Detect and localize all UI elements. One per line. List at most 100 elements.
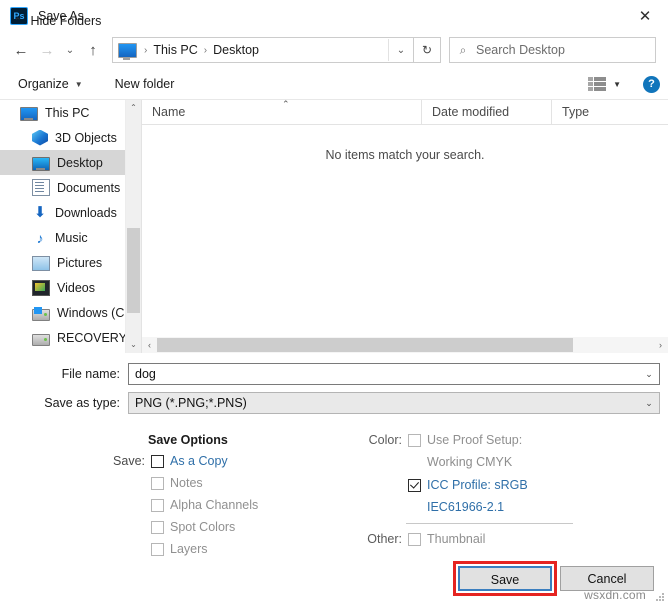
chevron-down-icon[interactable]: ⌄ — [639, 398, 659, 409]
sidebar-item-3d-objects[interactable]: 3D Objects — [0, 125, 141, 150]
sidebar-item-desktop[interactable]: Desktop — [0, 150, 141, 175]
hscroll-left-icon[interactable]: ‹ — [142, 340, 157, 350]
pc-icon — [20, 106, 38, 121]
refresh-icon[interactable]: ↻ — [414, 37, 441, 63]
breadcrumb-this-pc[interactable]: This PC — [150, 43, 200, 57]
option-row-use-proof-setup: Color: Use Proof Setup: — [360, 433, 668, 448]
checkbox-as-a-copy[interactable] — [151, 455, 164, 468]
sidebar-item-label: Music — [55, 230, 88, 245]
option-label[interactable]: ICC Profile: sRGB — [427, 478, 528, 493]
checkbox-notes[interactable] — [151, 477, 164, 490]
downloads-icon: ⬇ — [33, 203, 47, 221]
option-label: Use Proof Setup: — [427, 433, 523, 447]
breadcrumb-desktop[interactable]: Desktop — [210, 43, 262, 57]
watermark-text: wsxdn.com — [584, 588, 646, 602]
sidebar-item-pictures[interactable]: Pictures — [0, 250, 141, 275]
column-header-row: Name Date modified Type ⌃ — [142, 100, 668, 125]
sidebar-item-recovery-d[interactable]: RECOVERY (D:) — [0, 325, 141, 350]
sort-indicator-icon: ⌃ — [282, 100, 290, 109]
file-list-pane[interactable]: Name Date modified Type ⌃ No items match… — [141, 100, 668, 353]
search-input[interactable]: Search Desktop — [476, 43, 565, 57]
hide-folders-button[interactable]: ⌃ Hide Folders — [14, 14, 101, 28]
pictures-icon — [32, 255, 50, 271]
view-layout-icon[interactable] — [588, 77, 607, 91]
forward-button[interactable]: → — [34, 37, 60, 63]
save-button[interactable]: Save — [458, 566, 552, 591]
color-options-group: Color: Use Proof Setup: Working CMYK ICC… — [360, 433, 668, 564]
filetype-row: Save as type: PNG (*.PNG;*.PNS) ⌄ — [0, 392, 668, 414]
close-icon[interactable]: ✕ — [622, 0, 668, 31]
up-button[interactable]: ↑ — [80, 37, 106, 63]
sidebar-vertical-scrollbar[interactable]: ⌃ ⌄ — [125, 100, 141, 353]
music-icon: ♪ — [36, 229, 44, 246]
command-bar: Organize ▼ New folder ▼ ? — [0, 69, 668, 100]
filetype-combobox[interactable]: PNG (*.PNG;*.PNS) ⌄ — [128, 392, 660, 414]
back-button[interactable]: ← — [8, 37, 34, 63]
recent-locations-button[interactable]: ⌄ — [60, 37, 80, 63]
filetype-value: PNG (*.PNG;*.PNS) — [135, 396, 247, 410]
drive-icon — [32, 333, 50, 346]
checkbox-layers[interactable] — [151, 543, 164, 556]
hscrollbar-thumb[interactable] — [157, 338, 573, 352]
scroll-up-icon[interactable]: ⌃ — [126, 100, 141, 116]
command-bar-right: ▼ ? — [588, 69, 660, 99]
checkbox-spot-colors[interactable] — [151, 521, 164, 534]
sidebar-item-label: Desktop — [57, 155, 103, 170]
address-bar[interactable]: › This PC › Desktop ⌄ — [112, 37, 414, 63]
address-dropdown-icon[interactable]: ⌄ — [388, 39, 413, 61]
sidebar-item-documents[interactable]: Documents — [0, 175, 141, 200]
option-label[interactable]: As a Copy — [170, 454, 228, 469]
sidebar-item-this-pc[interactable]: This PC — [0, 100, 141, 125]
3d-objects-icon — [32, 129, 48, 146]
sidebar-item-label: Documents — [57, 180, 121, 195]
drive-icon — [32, 306, 50, 321]
checkbox-thumbnail[interactable] — [408, 533, 421, 546]
sidebar-item-videos[interactable]: Videos — [0, 275, 141, 300]
sidebar-item-music[interactable]: ♪ Music — [0, 225, 141, 250]
checkbox-icc-profile[interactable] — [408, 479, 421, 492]
chevron-down-icon: ▼ — [74, 79, 83, 89]
navigation-pane: This PC 3D Objects Desktop Documents ⬇ D… — [0, 100, 141, 353]
search-icon: ⌕ — [459, 42, 467, 57]
organize-button[interactable]: Organize ▼ — [10, 73, 91, 95]
scrollbar-thumb[interactable] — [127, 228, 140, 313]
new-folder-button[interactable]: New folder — [107, 73, 183, 95]
save-options-group: Save Options Save: As a Copy Notes Alpha… — [0, 433, 360, 564]
hscroll-right-icon[interactable]: › — [653, 340, 668, 350]
checkbox-alpha-channels[interactable] — [151, 499, 164, 512]
column-header-type[interactable]: Type — [551, 100, 668, 124]
option-row-notes: Notes — [0, 476, 360, 491]
desktop-icon — [32, 156, 50, 171]
file-list-horizontal-scrollbar[interactable]: ‹ › — [142, 337, 668, 353]
option-label: Spot Colors — [170, 520, 236, 534]
save-options-title: Save Options — [148, 433, 228, 447]
form-area: File name: dog ⌄ Save as type: PNG (*.PN… — [0, 353, 668, 414]
sidebar-item-windows-c[interactable]: Windows (C:) — [0, 300, 141, 325]
empty-state-message: No items match your search. — [325, 148, 485, 162]
proof-setup-sublabel: Working CMYK — [427, 455, 513, 469]
filetype-label: Save as type: — [44, 396, 120, 410]
other-key-label: Other: — [367, 532, 402, 546]
filename-combobox[interactable]: dog ⌄ — [128, 363, 660, 385]
option-row-alpha-channels: Alpha Channels — [0, 498, 360, 513]
breadcrumb-separator-1: › — [203, 44, 208, 56]
sidebar-item-label: This PC — [45, 105, 90, 120]
organize-label: Organize — [18, 77, 69, 91]
sidebar-item-downloads[interactable]: ⬇ Downloads — [0, 200, 141, 225]
sidebar-item-label: Pictures — [57, 255, 103, 270]
option-label: Alpha Channels — [170, 498, 259, 512]
column-header-date-modified[interactable]: Date modified — [421, 100, 551, 124]
help-button[interactable]: ? — [643, 75, 660, 93]
sidebar-item-label: Windows (C:) — [57, 305, 133, 320]
scroll-down-icon[interactable]: ⌄ — [126, 337, 141, 353]
options-divider — [406, 523, 573, 524]
filename-input[interactable]: dog — [129, 367, 639, 381]
filename-label: File name: — [61, 367, 120, 381]
option-label: Thumbnail — [427, 532, 486, 546]
checkbox-use-proof-setup[interactable] — [408, 434, 421, 447]
chevron-down-icon[interactable]: ⌄ — [639, 369, 659, 380]
breadcrumb-separator-0: › — [144, 44, 148, 56]
search-box[interactable]: ⌕ Search Desktop — [449, 37, 656, 63]
resize-grip[interactable] — [655, 592, 664, 601]
view-chevron-down-icon[interactable]: ▼ — [613, 80, 621, 89]
